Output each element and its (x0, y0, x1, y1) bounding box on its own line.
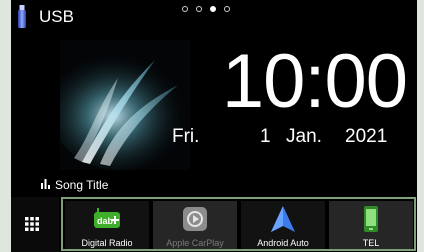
usb-drive-icon (18, 5, 26, 28)
page-indicator (182, 5, 234, 15)
clock-time[interactable]: 10:00 (207, 44, 408, 120)
home-screen: USB 10:00 Fri. 1 Jan. 2021 Song Title da… (11, 0, 417, 252)
date-year: 2021 (345, 126, 388, 147)
shortcut-tel[interactable]: TEL (329, 201, 413, 249)
shortcut-apple-carplay[interactable]: Apple CarPlay (153, 201, 237, 249)
page-dot (196, 6, 202, 12)
shortcut-label: TEL (362, 238, 380, 248)
shortcut-label: Digital Radio (81, 238, 133, 248)
page-dot (182, 6, 188, 12)
date-display: Fri. 1 Jan. 2021 (11, 125, 417, 149)
shortcut-bar: dab Digital Radio Apple CarPlay Android … (61, 197, 416, 251)
date-month: Jan. (286, 126, 322, 147)
source-label[interactable]: USB (39, 7, 74, 27)
date-day: 1 (260, 126, 271, 147)
shortcut-android-auto[interactable]: Android Auto (241, 201, 325, 249)
album-artwork[interactable] (60, 40, 190, 170)
shortcut-label: Apple CarPlay (166, 238, 224, 248)
carplay-icon (183, 207, 207, 231)
equalizer-icon (41, 179, 50, 189)
page-dot-active (210, 6, 216, 12)
date-day-of-week: Fri. (172, 126, 200, 147)
shortcut-label: Android Auto (257, 238, 309, 248)
app-menu-button[interactable] (11, 197, 59, 252)
grid-icon (25, 217, 39, 231)
phone-icon (364, 206, 378, 232)
android-auto-icon (271, 206, 295, 232)
dab-radio-icon: dab (94, 208, 120, 228)
shortcut-digital-radio[interactable]: dab Digital Radio (65, 201, 149, 249)
page-dot (224, 6, 230, 12)
song-title: Song Title (55, 178, 109, 192)
